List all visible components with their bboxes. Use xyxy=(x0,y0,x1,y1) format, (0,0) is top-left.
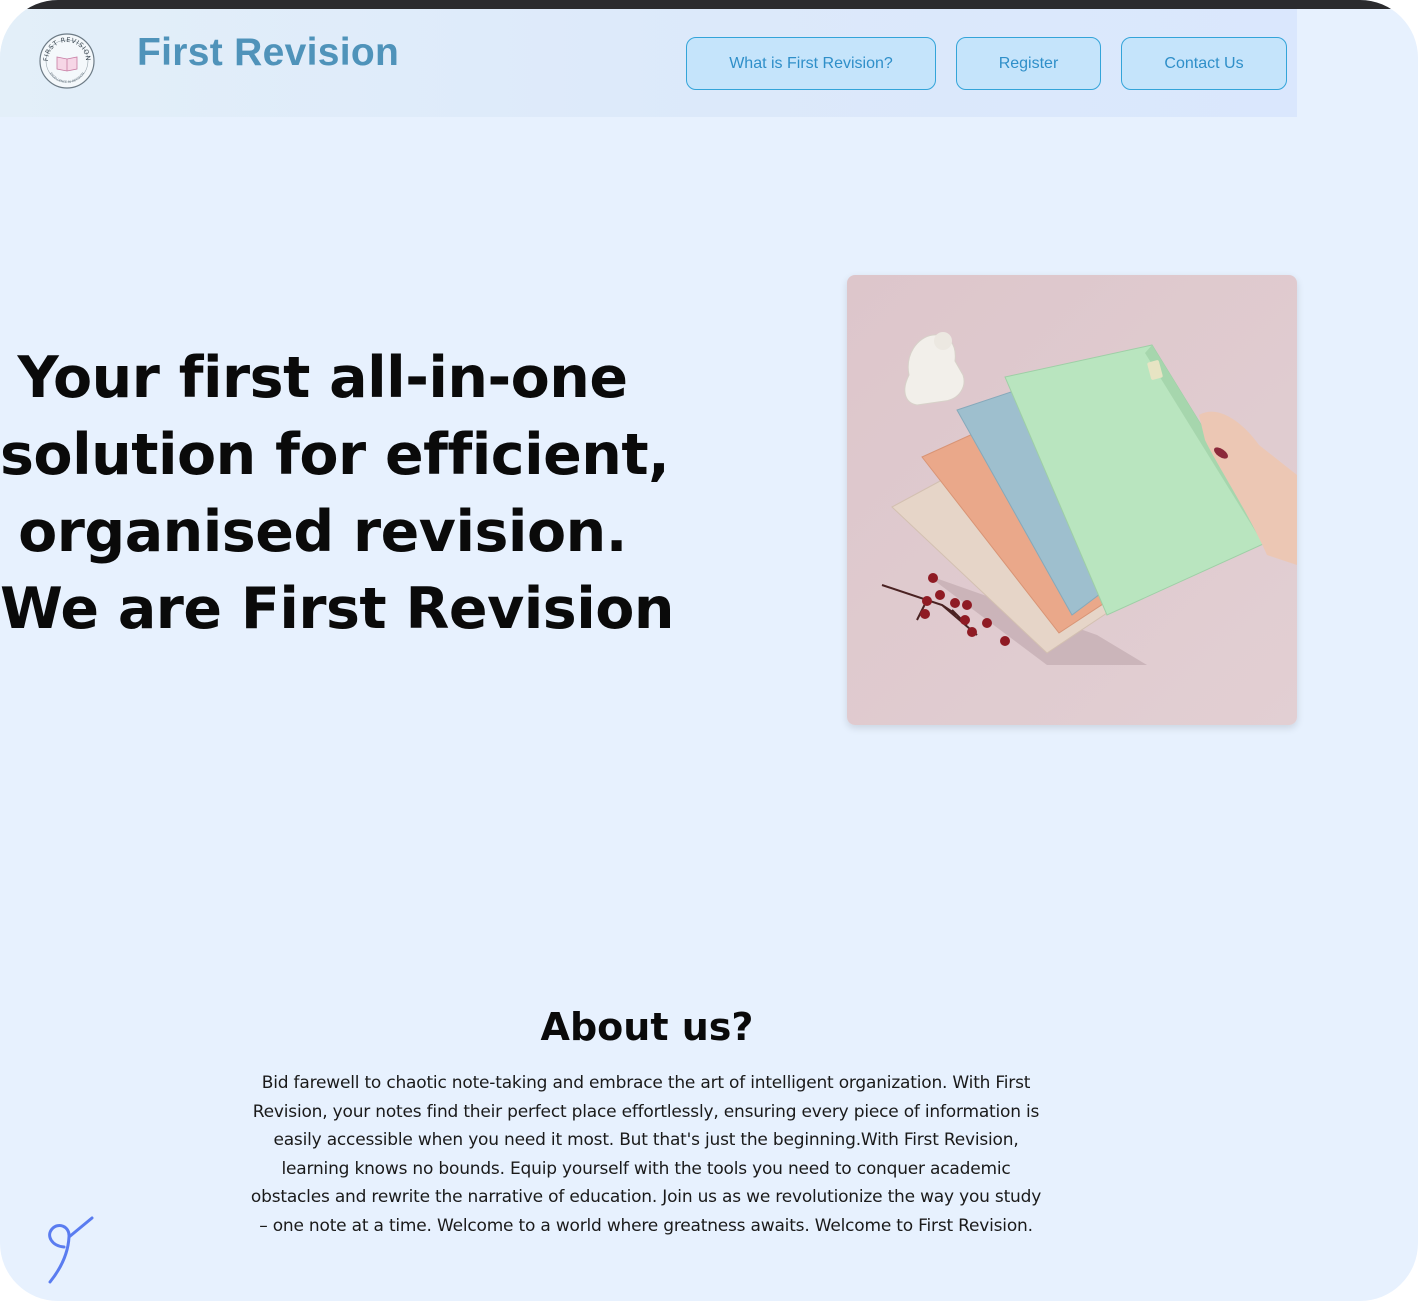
hero-line-4: We are First Revision xyxy=(0,576,674,642)
nav-register-button[interactable]: Register xyxy=(956,37,1101,90)
about-heading: About us? xyxy=(540,1005,754,1049)
hero-line-3: organised revision. xyxy=(18,499,627,565)
nav-contact-button[interactable]: Contact Us xyxy=(1121,37,1287,90)
about-paragraph: Bid farewell to chaotic note-taking and … xyxy=(250,1073,1042,1236)
hero-heading: Your first all-in-one solution for effic… xyxy=(0,340,674,648)
window-top-edge xyxy=(0,0,1418,9)
hero-line-2: solution for efficient, xyxy=(0,422,670,488)
page-frame: FIRST REVISION EXCELLENCE IN REVISION Fi… xyxy=(0,0,1418,1301)
assistant-launcher-icon[interactable] xyxy=(40,1212,100,1287)
site-header: FIRST REVISION EXCELLENCE IN REVISION Fi… xyxy=(0,9,1297,117)
first-revision-logo-icon[interactable]: FIRST REVISION EXCELLENCE IN REVISION xyxy=(38,32,96,90)
hero-notebooks-image xyxy=(847,275,1297,725)
nav-what-is-button[interactable]: What is First Revision? xyxy=(686,37,936,90)
hero-line-1: Your first all-in-one xyxy=(17,345,628,411)
brand-title[interactable]: First Revision xyxy=(137,31,399,75)
